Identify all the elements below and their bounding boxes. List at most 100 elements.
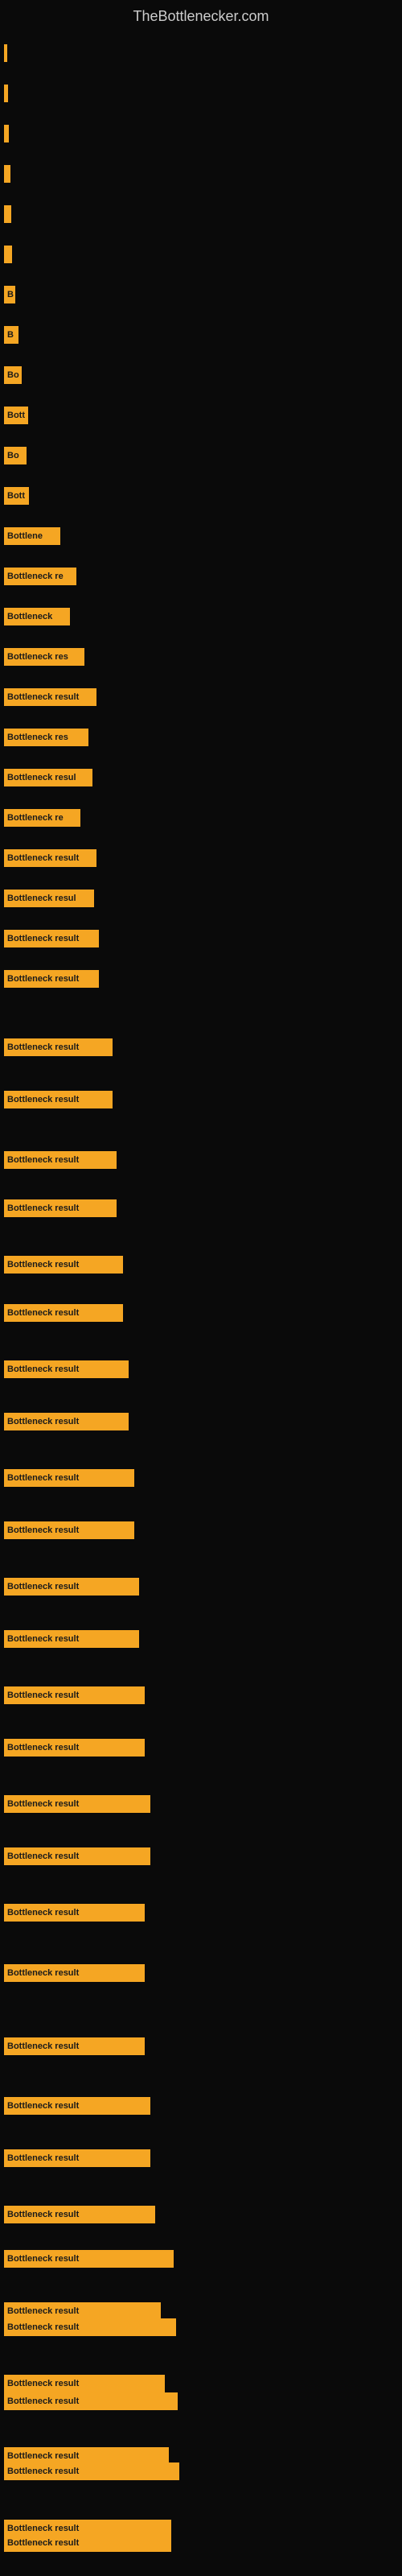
bar-label-38: Bottleneck result <box>7 1799 79 1809</box>
bar-label-26: Bottleneck result <box>7 1155 79 1165</box>
bar-27: Bottleneck result <box>4 1199 117 1217</box>
bar-row-52: Bottleneck result <box>4 2462 179 2480</box>
bar-48: Bottleneck result <box>4 2318 176 2336</box>
site-title: TheBottlenecker.com <box>0 0 402 29</box>
bar-5 <box>4 246 12 263</box>
bar-row-25: Bottleneck result <box>4 1091 113 1108</box>
bar-label-19: Bottleneck re <box>7 813 64 823</box>
bar-label-31: Bottleneck result <box>7 1417 79 1426</box>
bar-label-30: Bottleneck result <box>7 1364 79 1374</box>
bar-30: Bottleneck result <box>4 1360 129 1378</box>
bar-49: Bottleneck result <box>4 2375 165 2392</box>
bar-label-10: Bo <box>7 451 19 460</box>
bar-label-22: Bottleneck result <box>7 934 79 943</box>
bar-row-54: Bottleneck result <box>4 2534 171 2552</box>
bar-32: Bottleneck result <box>4 1469 134 1487</box>
bar-47: Bottleneck result <box>4 2302 161 2320</box>
bar-label-32: Bottleneck result <box>7 1473 79 1483</box>
bar-row-12: Bottlene <box>4 527 60 545</box>
bar-row-23: Bottleneck result <box>4 970 99 988</box>
bar-28: Bottleneck result <box>4 1256 123 1274</box>
bar-43: Bottleneck result <box>4 2097 150 2115</box>
bar-label-44: Bottleneck result <box>7 2153 79 2163</box>
bar-row-49: Bottleneck result <box>4 2375 165 2392</box>
bar-row-11: Bott <box>4 487 29 505</box>
bar-label-50: Bottleneck result <box>7 2396 79 2406</box>
bar-13: Bottleneck re <box>4 568 76 585</box>
bar-1 <box>4 85 8 102</box>
bar-row-17: Bottleneck res <box>4 729 88 746</box>
bar-19: Bottleneck re <box>4 809 80 827</box>
bar-35: Bottleneck result <box>4 1630 139 1648</box>
bar-41: Bottleneck result <box>4 1964 145 1982</box>
bar-label-24: Bottleneck result <box>7 1042 79 1052</box>
bar-label-29: Bottleneck result <box>7 1308 79 1318</box>
bar-label-28: Bottleneck result <box>7 1260 79 1269</box>
bar-row-9: Bott <box>4 407 28 424</box>
bar-row-15: Bottleneck res <box>4 648 84 666</box>
bar-row-36: Bottleneck result <box>4 1686 145 1704</box>
bar-row-4 <box>4 205 11 223</box>
bar-row-21: Bottleneck resul <box>4 890 94 907</box>
bar-4 <box>4 205 11 223</box>
bar-label-49: Bottleneck result <box>7 2379 79 2388</box>
bar-label-7: B <box>7 330 14 340</box>
bar-29: Bottleneck result <box>4 1304 123 1322</box>
bar-12: Bottlene <box>4 527 60 545</box>
bar-row-40: Bottleneck result <box>4 1904 145 1922</box>
bar-39: Bottleneck result <box>4 1847 150 1865</box>
bar-20: Bottleneck result <box>4 849 96 867</box>
bar-label-34: Bottleneck result <box>7 1582 79 1591</box>
bar-row-19: Bottleneck re <box>4 809 80 827</box>
bar-row-5 <box>4 246 12 263</box>
bar-row-3 <box>4 165 10 183</box>
bar-14: Bottleneck <box>4 608 70 625</box>
bar-label-21: Bottleneck resul <box>7 894 76 903</box>
bar-label-43: Bottleneck result <box>7 2101 79 2111</box>
bar-label-8: Bo <box>7 370 19 380</box>
bar-label-20: Bottleneck result <box>7 853 79 863</box>
bar-label-18: Bottleneck resul <box>7 773 76 782</box>
bar-row-2 <box>4 125 9 142</box>
bar-label-14: Bottleneck <box>7 612 52 621</box>
bar-row-50: Bottleneck result <box>4 2392 178 2410</box>
bar-24: Bottleneck result <box>4 1038 113 1056</box>
bar-label-27: Bottleneck result <box>7 1203 79 1213</box>
bar-34: Bottleneck result <box>4 1578 139 1596</box>
bar-label-16: Bottleneck result <box>7 692 79 702</box>
bar-label-51: Bottleneck result <box>7 2451 79 2461</box>
bar-6: B <box>4 286 15 303</box>
bar-50: Bottleneck result <box>4 2392 178 2410</box>
bar-label-33: Bottleneck result <box>7 1525 79 1535</box>
bar-25: Bottleneck result <box>4 1091 113 1108</box>
bar-label-52: Bottleneck result <box>7 2467 79 2476</box>
bar-row-14: Bottleneck <box>4 608 70 625</box>
bar-row-42: Bottleneck result <box>4 2037 145 2055</box>
bar-row-27: Bottleneck result <box>4 1199 117 1217</box>
bar-label-37: Bottleneck result <box>7 1743 79 1752</box>
bar-33: Bottleneck result <box>4 1521 134 1539</box>
bar-row-33: Bottleneck result <box>4 1521 134 1539</box>
bar-label-54: Bottleneck result <box>7 2538 79 2548</box>
bar-label-47: Bottleneck result <box>7 2306 79 2316</box>
bar-row-8: Bo <box>4 366 22 384</box>
bar-17: Bottleneck res <box>4 729 88 746</box>
bar-row-37: Bottleneck result <box>4 1739 145 1757</box>
bar-18: Bottleneck resul <box>4 769 92 786</box>
bar-label-25: Bottleneck result <box>7 1095 79 1104</box>
bar-22: Bottleneck result <box>4 930 99 947</box>
bar-row-30: Bottleneck result <box>4 1360 129 1378</box>
bar-row-34: Bottleneck result <box>4 1578 139 1596</box>
bar-7: B <box>4 326 18 344</box>
bar-10: Bo <box>4 447 27 464</box>
bar-row-26: Bottleneck result <box>4 1151 117 1169</box>
bar-38: Bottleneck result <box>4 1795 150 1813</box>
bar-row-22: Bottleneck result <box>4 930 99 947</box>
bar-row-7: B <box>4 326 18 344</box>
bar-row-41: Bottleneck result <box>4 1964 145 1982</box>
bar-row-10: Bo <box>4 447 27 464</box>
bar-label-41: Bottleneck result <box>7 1968 79 1978</box>
bar-21: Bottleneck resul <box>4 890 94 907</box>
bar-42: Bottleneck result <box>4 2037 145 2055</box>
bar-row-35: Bottleneck result <box>4 1630 139 1648</box>
